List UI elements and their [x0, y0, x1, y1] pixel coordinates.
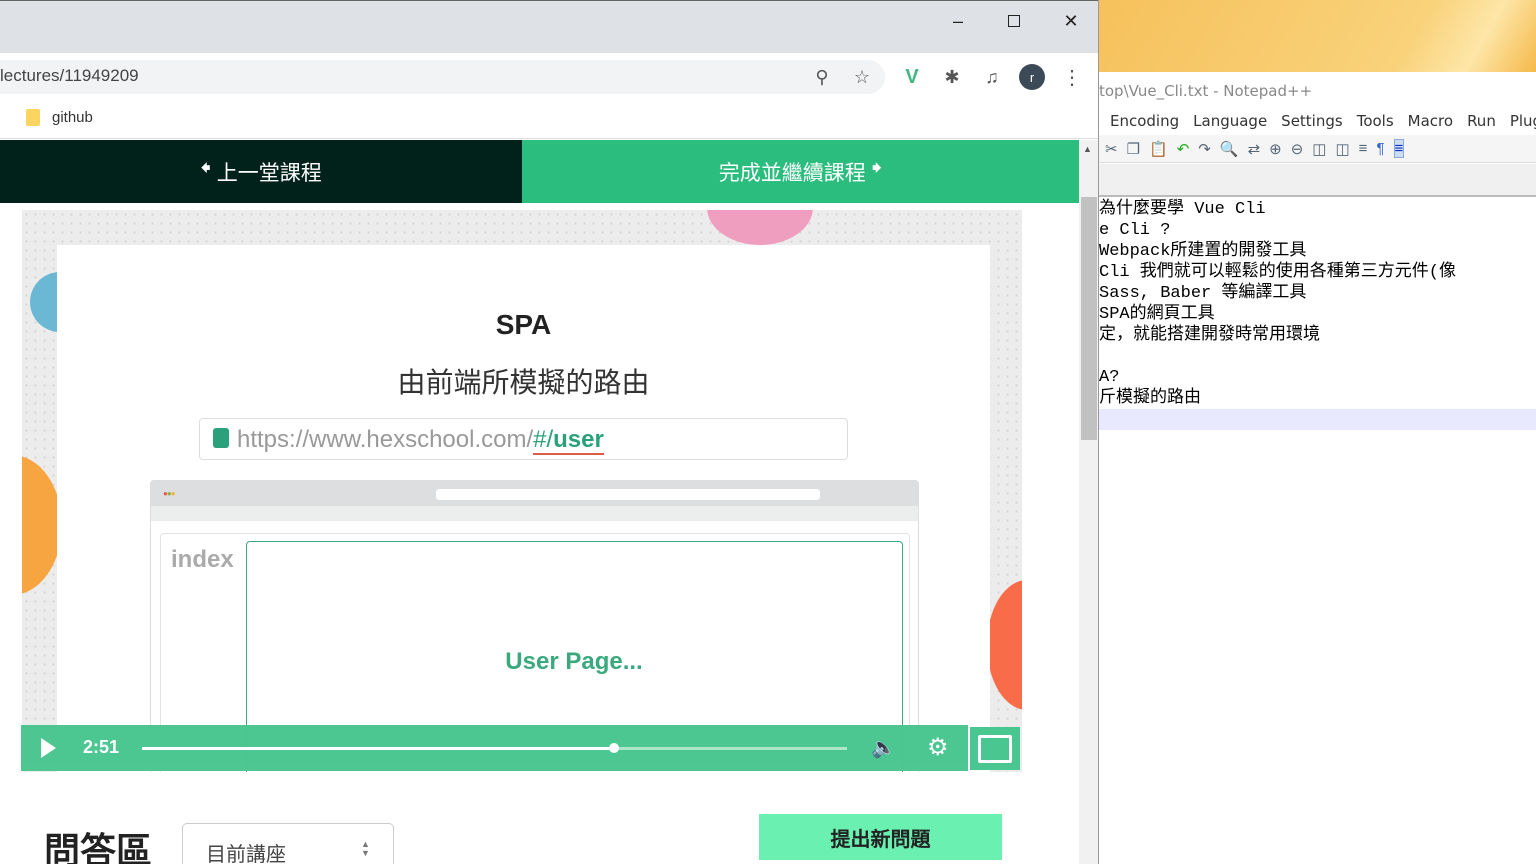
decor-circle	[707, 210, 813, 245]
tab-bar	[1099, 164, 1536, 197]
scroll-up-icon[interactable]: ▲	[1083, 144, 1092, 154]
player-controls: 2:51 🔈 ⚙	[21, 725, 968, 771]
folder-icon	[26, 109, 40, 126]
menu-settings[interactable]: Settings	[1281, 112, 1343, 130]
menu-macro[interactable]: Macro	[1408, 112, 1453, 130]
scrollbar-thumb[interactable]	[1081, 197, 1097, 440]
decor-circle	[987, 580, 1022, 710]
complete-continue-button[interactable]: 完成並繼續課程 🠺	[522, 140, 1079, 203]
play-icon[interactable]	[41, 738, 56, 758]
menu-plugi[interactable]: Plugi	[1510, 112, 1536, 130]
editor-line	[1099, 409, 1536, 430]
menu-language[interactable]: Language	[1193, 112, 1267, 130]
settings-gear-icon[interactable]: ⚙	[927, 733, 949, 762]
browser-window: – ✕ lectures/11949209 ⚲ ☆ V ✱ ♫ r ⋮ gith…	[0, 0, 1099, 864]
undo-icon[interactable]: ↶	[1177, 140, 1190, 158]
minimize-button[interactable]: –	[930, 1, 986, 41]
progress-handle[interactable]	[609, 743, 620, 753]
qa-title: 問答區	[44, 830, 153, 864]
notepad-window: top\Vue_Cli.txt - Notepad++ Encoding Lang…	[1099, 72, 1536, 864]
menu-run[interactable]: Run	[1467, 112, 1496, 130]
menu-tools[interactable]: Tools	[1357, 112, 1394, 130]
avatar[interactable]: r	[1019, 64, 1045, 90]
arrow-right-icon: 🠺	[865, 157, 883, 180]
sync-v-icon[interactable]: ◫	[1312, 140, 1326, 158]
word-wrap-icon[interactable]: ≡	[1359, 140, 1368, 157]
editor-line: 定，就能搭建開發時常用環境	[1099, 326, 1320, 345]
decor-circle	[22, 455, 62, 595]
notepad-menubar: Encoding Language Settings Tools Macro Run Plu…	[1110, 112, 1536, 130]
scrollbar[interactable]: ▲	[1079, 140, 1098, 864]
menu-encoding[interactable]: Encoding	[1110, 112, 1179, 130]
redo-icon[interactable]: ↷	[1198, 140, 1211, 158]
close-button[interactable]: ✕	[1043, 1, 1098, 41]
replace-icon[interactable]: ⇄	[1248, 140, 1261, 158]
indent-guide-icon[interactable]: ≡	[1393, 139, 1405, 158]
bookmarks-bar: github	[0, 100, 1098, 139]
vue-devtools-icon[interactable]: V	[899, 64, 925, 90]
copy-icon[interactable]: ❐	[1127, 140, 1140, 158]
title-bar: – ✕	[0, 0, 1098, 53]
bookmark-github[interactable]: github	[26, 109, 93, 126]
fullscreen-button[interactable]	[970, 727, 1020, 770]
mock-index-label: index	[171, 546, 234, 573]
zoom-in-icon[interactable]: ⊕	[1269, 140, 1282, 158]
media-control-icon[interactable]: ♫	[979, 64, 1005, 90]
notepad-title: top\Vue_Cli.txt - Notepad++	[1099, 82, 1313, 100]
zoom-icon[interactable]: ⚲	[809, 64, 835, 90]
mock-page-text: User Page...	[505, 648, 643, 675]
editor-line: e Cli ?	[1099, 221, 1171, 240]
bookmark-star-icon[interactable]: ☆	[849, 64, 875, 90]
slide-subtitle: 由前端所模擬的路由	[397, 367, 650, 398]
editor-line: Sass, Baber 等編譯工具	[1099, 284, 1307, 303]
editor[interactable]: 為什麼要學 Vue Cli e Cli ? Webpack所建置的開發工具 Cli 我…	[1099, 199, 1536, 430]
lecture-filter-select[interactable]: 目前講座 ▲ ▼	[182, 823, 394, 864]
prev-lecture-button[interactable]: 🠸 上一堂課程	[0, 140, 522, 203]
menu-kebab-icon[interactable]: ⋮	[1059, 64, 1085, 90]
desktop-background	[1099, 0, 1536, 72]
editor-line: A?	[1099, 368, 1120, 387]
notepad-toolbar: ✂ ❐ 📋 ↶ ↷ 🔍 ⇄ ⊕ ⊖ ◫ ◫ ≡ ¶ ≡	[1099, 135, 1536, 163]
arrow-left-icon: 🠸	[200, 157, 217, 180]
slide-card: SPA 由前端所模擬的路由 https://www.hexschool.com/…	[57, 245, 990, 772]
editor-line: 為什麼要學 Vue Cli	[1099, 200, 1266, 219]
extensions-icon[interactable]: ✱	[939, 64, 965, 90]
select-arrows-icon: ▲ ▼	[361, 839, 370, 858]
mock-url-bar: https://www.hexschool.com/#/user	[199, 418, 848, 460]
url-text[interactable]: lectures/11949209	[0, 66, 139, 86]
editor-line: Cli 我們就可以輕鬆的使用各種第三方元件(像	[1099, 263, 1457, 282]
maximize-button[interactable]	[986, 1, 1042, 41]
find-icon[interactable]: 🔍	[1220, 140, 1239, 158]
show-all-chars-icon[interactable]: ¶	[1376, 140, 1384, 157]
lecture-nav: 🠸 上一堂課程 完成並繼續課程 🠺	[0, 140, 1079, 203]
sync-h-icon[interactable]: ◫	[1335, 140, 1349, 158]
editor-line: 斤模擬的路由	[1099, 389, 1201, 408]
current-time: 2:51	[83, 737, 120, 757]
editor-line: SPA的網頁工具	[1099, 305, 1215, 324]
video-player[interactable]: SPA 由前端所模擬的路由 https://www.hexschool.com/…	[22, 210, 1022, 772]
traffic-lights-icon: ●●●	[163, 489, 175, 498]
fullscreen-icon	[978, 734, 1012, 763]
lock-icon	[213, 428, 229, 448]
zoom-out-icon[interactable]: ⊖	[1291, 140, 1304, 158]
progress-track[interactable]	[142, 743, 847, 753]
cut-icon[interactable]: ✂	[1105, 140, 1118, 158]
volume-icon[interactable]: 🔈	[871, 735, 896, 760]
new-question-button[interactable]: 提出新問題	[759, 814, 1002, 860]
progress-fill	[142, 747, 615, 750]
slide-title: SPA	[495, 309, 552, 340]
paste-icon[interactable]: 📋	[1149, 140, 1168, 158]
editor-line: Webpack所建置的開發工具	[1099, 242, 1307, 261]
